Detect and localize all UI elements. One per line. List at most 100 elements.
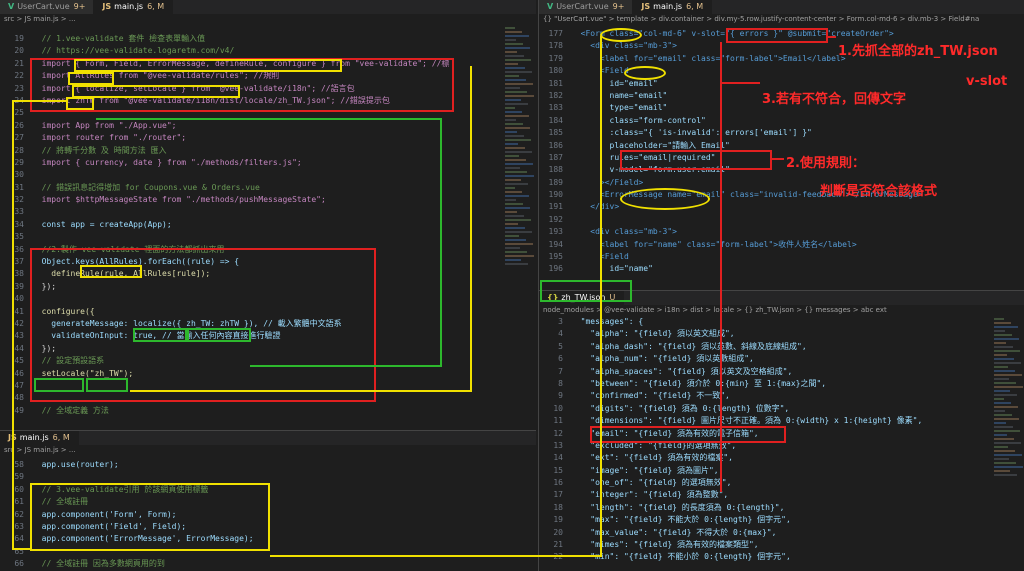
code-line[interactable]: 189 ></Field>: [539, 177, 1024, 189]
code-line[interactable]: 30: [0, 169, 536, 181]
code-line[interactable]: 27 import router from "./router";: [0, 132, 536, 144]
minimap-line: [994, 454, 1022, 456]
code-line[interactable]: 31 // 錯誤訊息記得增加 for Coupons.vue & Orders.…: [0, 182, 536, 194]
minimap-line: [505, 99, 521, 101]
code-line[interactable]: 185 :class="{ 'is-invalid': errors['emai…: [539, 127, 1024, 139]
minimap-line: [994, 470, 1010, 472]
code-text: "length": "{field} 的長度須為 0:{length}",: [571, 502, 785, 512]
code-line[interactable]: 6 "alpha_num": "{field} 須以英數組成",: [539, 353, 1024, 365]
minimap-line: [994, 362, 1021, 364]
code-line[interactable]: 34 const app = createApp(App);: [0, 219, 536, 231]
code-line[interactable]: 5 "alpha_dash": "{field} 須以英數、斜線及底線組成",: [539, 341, 1024, 353]
line-number: 180: [548, 66, 563, 76]
connector-line: [130, 390, 472, 392]
connector-line: [12, 548, 32, 550]
breadcrumb[interactable]: {} "UserCart.vue" > template > div.conta…: [539, 14, 1024, 25]
code-line[interactable]: 33: [0, 206, 536, 218]
line-number: 41: [14, 306, 24, 316]
minimap[interactable]: [502, 25, 536, 428]
minimap-line: [994, 434, 1007, 436]
code-text: "one_of": "{field} 的選項無效",: [571, 478, 732, 488]
tab-bar: JSmain.js6, M: [0, 431, 536, 445]
tab-bar: V UserCart.vue 9+ JS main.js 6, M: [0, 0, 536, 14]
tab-label: main.js: [19, 433, 49, 442]
breadcrumb[interactable]: src > JS main.js > ...: [0, 445, 536, 456]
code-line[interactable]: 15 "image": "{field} 須為圖片",: [539, 465, 1024, 477]
code-line[interactable]: 29 import { currency, date } from "./met…: [0, 157, 536, 169]
code-text: // 1.vee-validate 套件 檢查表單輸入值: [32, 34, 206, 43]
code-line[interactable]: 196 id="name": [539, 263, 1024, 275]
line-number: 15: [553, 465, 563, 475]
code-text: <Field: [599, 252, 629, 262]
code-line[interactable]: 28 // 將轉千分數 及 時間方法 匯入: [0, 145, 536, 157]
code-line[interactable]: 19 // 1.vee-validate 套件 檢查表單輸入值: [0, 33, 536, 45]
code-line[interactable]: 180 <Field: [539, 65, 1024, 77]
tab-modified-badge: 6, M: [52, 433, 70, 442]
code-text: "messages": {: [571, 317, 644, 326]
tab-main-js[interactable]: JSmain.js6, M: [633, 0, 713, 14]
code-line[interactable]: 191 </div>: [539, 201, 1024, 213]
code-line[interactable]: 16 "one_of": "{field} 的選項無效",: [539, 477, 1024, 489]
code-line[interactable]: 9 "confirmed": "{field} 不一致",: [539, 390, 1024, 402]
code-line[interactable]: 192: [539, 214, 1024, 226]
code-line[interactable]: 17 "integer": "{field} 須為整數",: [539, 489, 1024, 501]
code-line[interactable]: 14 "ext": "{field} 須為有效的檔案",: [539, 452, 1024, 464]
code-line[interactable]: 188 v-model="form.user.email": [539, 164, 1024, 176]
code-line[interactable]: 49 // 全域定義 方法: [0, 405, 536, 417]
line-number: 30: [14, 170, 24, 180]
minimap[interactable]: [991, 316, 1024, 571]
line-number: 11: [553, 416, 563, 426]
connector-line: [600, 36, 602, 556]
code-line[interactable]: 186 placeholder="請輸入 Email": [539, 140, 1024, 152]
code-line[interactable]: 58 app.use(router);: [0, 459, 536, 471]
minimap-line: [994, 402, 1011, 404]
code-line[interactable]: 195 <Field: [539, 251, 1024, 263]
code-line[interactable]: 184 class="form-control": [539, 115, 1024, 127]
minimap-line: [505, 39, 516, 41]
code-line[interactable]: 22 "min": "{field} 不能小於 0:{length} 個字元",: [539, 551, 1024, 563]
minimap-line: [994, 466, 1023, 468]
code-line[interactable]: 10 "digits": "{field} 須為 0:{length} 位數字"…: [539, 403, 1024, 415]
code-line[interactable]: 20 // https://vee-validate.logaretm.com/…: [0, 45, 536, 57]
line-number: 25: [14, 108, 24, 118]
line-number: 10: [553, 403, 563, 413]
line-number: 45: [14, 356, 24, 366]
minimap-line: [505, 87, 520, 89]
minimap-line: [994, 442, 1021, 444]
code-text: "digits": "{field} 須為 0:{length} 位數字",: [571, 403, 790, 413]
allrules-foreach-highlight: [80, 265, 142, 278]
code-line[interactable]: 8 "between": "{field} 須介於 0:{min} 至 1:{m…: [539, 378, 1024, 390]
code-line[interactable]: 21 "mimes": "{field} 須為有效的檔案類型",: [539, 539, 1024, 551]
tab-usercart-vue[interactable]: V UserCart.vue 9+: [539, 0, 634, 14]
minimap-line: [505, 67, 525, 69]
tab-usercart-vue[interactable]: V UserCart.vue 9+: [0, 0, 95, 14]
breadcrumb[interactable]: src > JS main.js > ...: [0, 14, 536, 25]
code-line[interactable]: 3 "messages": {: [539, 316, 1024, 328]
code-line[interactable]: 35: [0, 231, 536, 243]
tab-modified-badge: 9+: [73, 2, 86, 11]
code-line[interactable]: 18 "length": "{field} 的長度須為 0:{length}",: [539, 502, 1024, 514]
tab-label: UserCart.vue: [556, 2, 609, 11]
line-number: 186: [548, 140, 563, 150]
minimap-line: [505, 47, 530, 49]
code-line[interactable]: 193 <div class="mb-3">: [539, 226, 1024, 238]
code-line[interactable]: 19 "max": "{field} 不能大於 0:{length} 個字元",: [539, 514, 1024, 526]
minimap-line: [994, 414, 1012, 416]
code-line[interactable]: 194 <label for="name" class="form-label"…: [539, 239, 1024, 251]
code-line[interactable]: 32 import $httpMessageState from "./meth…: [0, 194, 536, 206]
code-line[interactable]: 190 <ErrorMessage name="email" class="in…: [539, 189, 1024, 201]
code-line[interactable]: 20 "max_value": "{field} 不得大於 0:{max}",: [539, 527, 1024, 539]
minimap-line: [505, 71, 532, 73]
code-area[interactable]: 177 <Form class="col-md-6" v-slot="{ err…: [539, 28, 1024, 276]
code-line[interactable]: 66 // 全域註冊 因為多數網頁用的到: [0, 558, 536, 570]
code-line[interactable]: 4 "alpha": "{field} 須以英文組成",: [539, 328, 1024, 340]
minimap-line: [505, 203, 523, 205]
code-line[interactable]: 26 import App from "./App.vue";: [0, 120, 536, 132]
tab-main-js[interactable]: JSmain.js6, M: [94, 0, 174, 14]
code-line[interactable]: 7 "alpha_spaces": "{field} 須以英文及空格組成",: [539, 366, 1024, 378]
breadcrumb[interactable]: node_modules > @vee-validate > i18n > di…: [539, 305, 1024, 316]
tab-modified-badge: 6, M: [147, 2, 165, 11]
code-line[interactable]: 59: [0, 471, 536, 483]
minimap-line: [505, 123, 523, 125]
